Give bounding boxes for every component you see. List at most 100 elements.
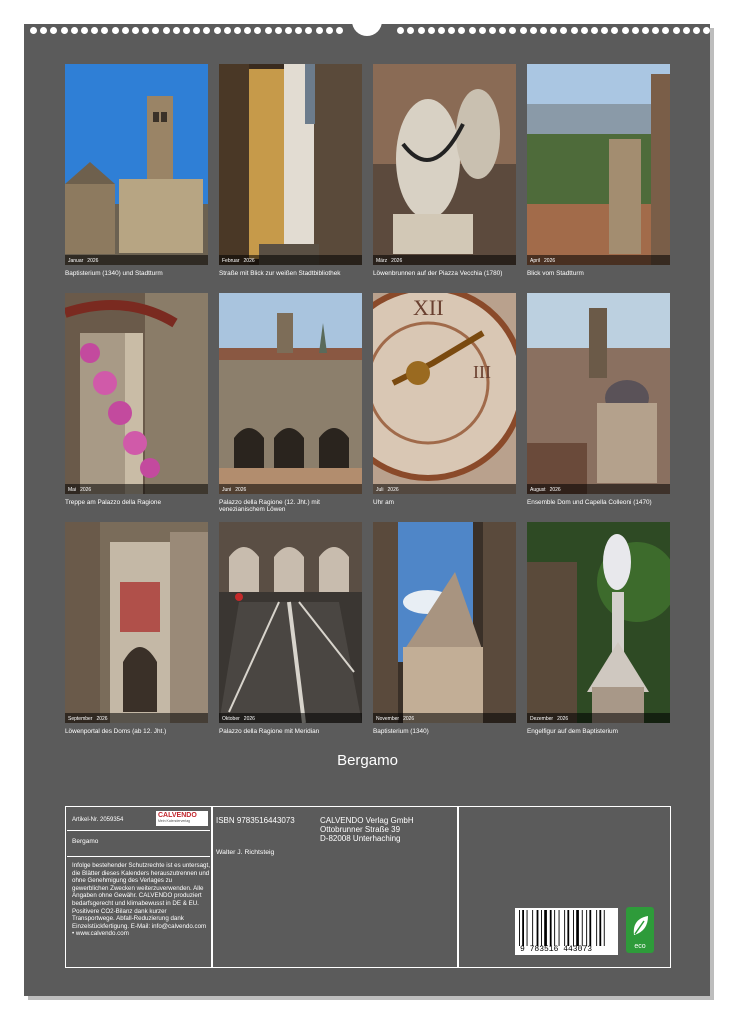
- svg-text:III: III: [473, 362, 491, 382]
- photo-september: September 2026: [65, 522, 208, 723]
- binding-hole: [274, 27, 282, 34]
- year-label: 2026: [96, 716, 108, 722]
- binding-hole: [121, 27, 129, 34]
- barcode-digits: 9 783516 443073: [520, 945, 593, 954]
- photo-may: Mai 2026: [65, 293, 208, 494]
- month-label: Mai: [68, 487, 77, 493]
- month-label: November: [376, 716, 400, 722]
- year-label: 2026: [243, 258, 255, 264]
- binding-hole: [509, 27, 517, 34]
- barcode-bar: [519, 910, 520, 946]
- binding-hole: [40, 27, 48, 34]
- binding-hole: [489, 27, 496, 34]
- eco-badge: eco: [626, 907, 654, 953]
- barcode-bar: [526, 910, 528, 946]
- binding-hole: [295, 27, 303, 34]
- photo-march: März 2026: [373, 64, 516, 265]
- binding-hole: [183, 27, 190, 34]
- photo-june: Juni 2026: [219, 293, 362, 494]
- month-label: Juli: [376, 487, 384, 493]
- binding-hole: [244, 27, 252, 34]
- binding-hole: [305, 27, 313, 34]
- publisher-street: Ottobrunner Straße 39: [320, 825, 401, 834]
- binding-hole: [111, 27, 119, 34]
- svg-text:XII: XII: [413, 295, 444, 320]
- month-label: Juni: [222, 487, 232, 493]
- barcode-bar: [573, 910, 574, 946]
- barcode-bar: [536, 910, 539, 946]
- barcode: 9 783516 443073: [515, 908, 618, 955]
- barcode-bar: [554, 910, 556, 946]
- binding-hole: [591, 27, 598, 34]
- caption-september: Löwenportal des Doms (ab 12. Jht.): [65, 728, 167, 735]
- photo-december: Dezember 2026: [527, 522, 670, 723]
- photo-october: Oktober 2026: [219, 522, 362, 723]
- photo-february: Februar 2026: [219, 64, 362, 265]
- binding-hole: [621, 27, 629, 34]
- barcode-bar: [581, 910, 583, 946]
- binding-hole: [70, 27, 78, 34]
- caption-july: Uhr am: [373, 499, 394, 506]
- binding-hole: [703, 27, 711, 34]
- binding-hole: [336, 27, 343, 34]
- barcode-bar: [596, 910, 598, 946]
- binding-hole: [254, 27, 262, 34]
- publisher-city: D-82008 Unterhaching: [320, 834, 401, 843]
- binding-hole: [325, 27, 333, 34]
- binding-hole: [234, 27, 241, 34]
- binding-hole: [142, 27, 150, 34]
- year-label: 2026: [403, 716, 415, 722]
- isbn: ISBN 9783516443073: [216, 816, 295, 825]
- month-label: Oktober: [222, 716, 240, 722]
- binding-hole: [438, 27, 445, 34]
- binding-hole: [132, 27, 139, 34]
- barcode-bar: [599, 910, 602, 946]
- year-label: 2026: [387, 487, 399, 493]
- caption-august: Ensemble Dom und Capella Colleoni (1470): [527, 499, 652, 506]
- photo-january: Januar 2026: [65, 64, 208, 265]
- photo-april: April 2026: [527, 64, 670, 265]
- author: Walter J. Richtsteig: [216, 849, 275, 856]
- year-label: 2026: [391, 258, 403, 264]
- binding-hole: [682, 27, 690, 34]
- binding-hole: [223, 27, 231, 34]
- barcode-bar: [586, 910, 588, 946]
- binding-hole: [580, 27, 588, 34]
- binding-hole: [264, 27, 272, 34]
- binding-hole: [60, 27, 68, 34]
- photo-november: November 2026: [373, 522, 516, 723]
- binding-hole: [448, 27, 456, 34]
- binding-hole: [540, 27, 547, 34]
- binding-hole: [631, 27, 639, 34]
- caption-december: Engelfigur auf dem Baptisterium: [527, 728, 618, 735]
- year-label: 2026: [557, 716, 569, 722]
- caption-january: Baptisterium (1340) und Stadtturm: [65, 270, 163, 277]
- barcode-bar: [576, 910, 579, 946]
- caption-november: Baptisterium (1340): [373, 728, 429, 735]
- divider: [67, 830, 210, 831]
- month-label: Februar: [222, 258, 240, 264]
- binding-hole: [91, 27, 99, 34]
- binding-hole: [662, 27, 670, 34]
- barcode-bar: [522, 910, 524, 946]
- article-number: Artikel-Nr. 2059354: [72, 817, 124, 823]
- binding-hole: [642, 27, 649, 34]
- binding-hole: [417, 27, 425, 34]
- binding-hole: [285, 27, 292, 34]
- caption-may: Treppe am Palazzo della Ragione: [65, 499, 162, 506]
- binding-hole: [458, 27, 466, 34]
- year-label: 2026: [544, 258, 556, 264]
- calvendo-logo: CALVENDO Mein Kalenderverlag: [156, 811, 208, 826]
- month-label: September: [68, 716, 93, 722]
- calendar-title: Bergamo: [337, 752, 398, 769]
- photo-august: August 2026: [527, 293, 670, 494]
- binding-hole: [193, 27, 201, 34]
- binding-hole: [315, 27, 323, 34]
- binding-hole: [560, 27, 568, 34]
- month-label: März: [376, 258, 388, 264]
- binding-hole: [672, 27, 680, 34]
- binding-hole: [427, 27, 435, 34]
- barcode-bar: [541, 910, 542, 946]
- caption-february: Straße mit Blick zur weißen Stadtbibliot…: [219, 270, 341, 277]
- barcode-bar: [589, 910, 592, 946]
